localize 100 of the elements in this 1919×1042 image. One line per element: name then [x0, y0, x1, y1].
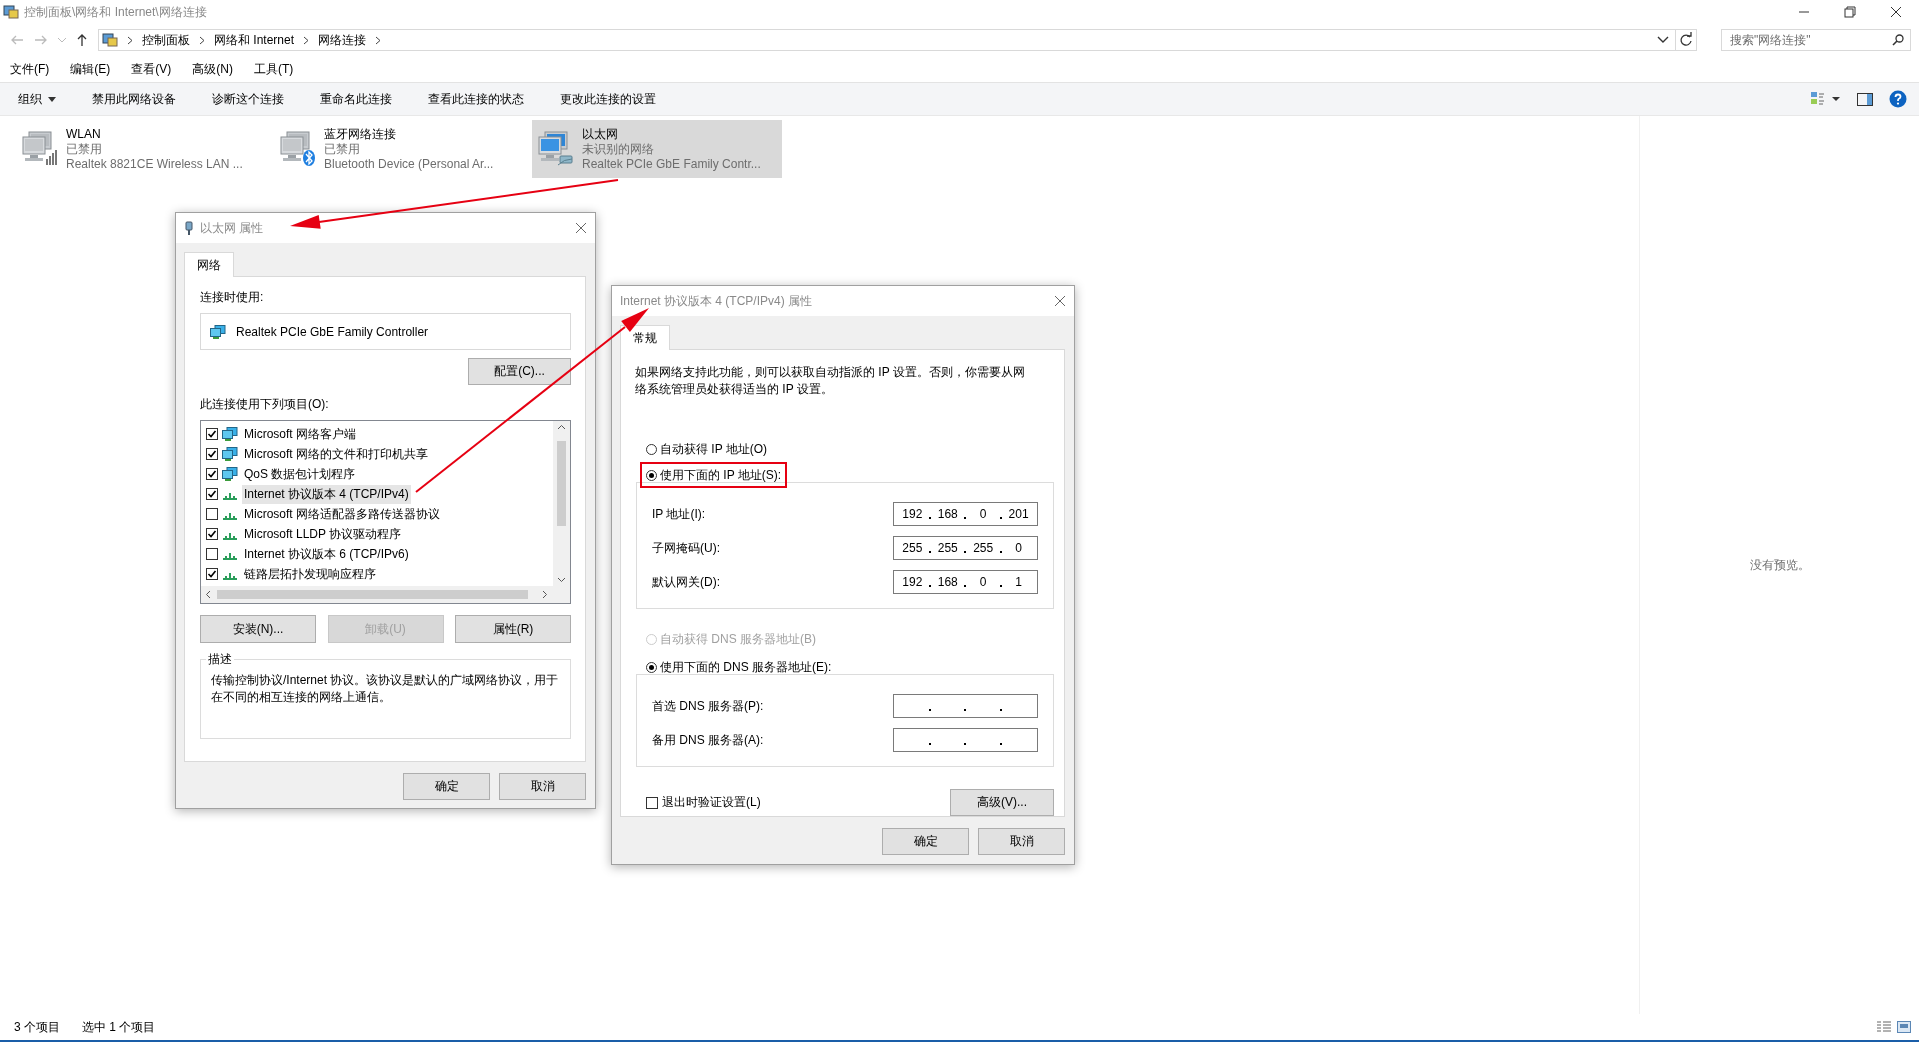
- checkbox[interactable]: [206, 488, 218, 500]
- ok-button[interactable]: 确定: [403, 773, 490, 800]
- tab[interactable]: 常规: [620, 325, 670, 350]
- preview-message: 没有预览。: [1749, 556, 1810, 574]
- chevron-icon[interactable]: [374, 35, 383, 45]
- cancel-button[interactable]: 取消: [499, 773, 586, 800]
- dialog-button[interactable]: 属性(R): [455, 615, 571, 643]
- device-name: Bluetooth Device (Personal Ar...: [324, 156, 494, 172]
- chevron-icon[interactable]: [198, 35, 206, 45]
- connection-item[interactable]: 以太网 未识别的网络 Realtek PCIe GbE Family Contr...: [532, 120, 782, 178]
- connection-name: 以太网: [582, 126, 619, 142]
- network-client-icon: [222, 447, 238, 461]
- network-adapter-icon: [210, 324, 226, 339]
- ip-address-field[interactable]: 255 255 255 0: [893, 536, 1038, 560]
- close-icon[interactable]: [575, 222, 587, 234]
- connection-status: 已禁用: [66, 141, 103, 157]
- menu-item[interactable]: 高级(N): [192, 60, 233, 78]
- intro-text: 如果网络支持此功能，则可以获取自动指派的 IP 设置。否则，你需要从网络系统管理员处获得适当的 IP 设置。: [635, 364, 1026, 398]
- dns-address-field[interactable]: [893, 728, 1038, 752]
- preview-pane-icon[interactable]: [1857, 92, 1873, 106]
- scroll-left-icon[interactable]: [205, 590, 211, 599]
- menu-item[interactable]: 查看(V): [131, 60, 172, 78]
- radio-option[interactable]: 自动获得 IP 地址(O): [646, 439, 768, 459]
- checkbox[interactable]: [206, 568, 218, 580]
- menu-item[interactable]: 文件(F): [10, 60, 50, 78]
- field-label: 子网掩码(U):: [652, 539, 720, 557]
- toolbar-button[interactable]: 更改此连接的设置: [552, 86, 664, 112]
- caret-icon[interactable]: [48, 96, 56, 102]
- group-title: 描述: [207, 651, 233, 668]
- list-item[interactable]: Internet 协议版本 4 (TCP/IPv4): [242, 484, 411, 504]
- list-item[interactable]: Microsoft 网络的文件和打印机共享: [242, 444, 430, 464]
- connection-status: 未识别的网络: [582, 141, 655, 157]
- list-item[interactable]: Microsoft 网络适配器多路传送器协议: [242, 504, 442, 524]
- search-field[interactable]: 搜索"网络连接": [1721, 29, 1911, 51]
- description-text: 传输控制协议/Internet 协议。该协议是默认的广域网络协议，用于在不同的相互连接的网络上通信。: [210, 672, 560, 706]
- close-icon[interactable]: [1054, 295, 1066, 307]
- field-label: 备用 DNS 服务器(A):: [652, 731, 764, 749]
- connection-item[interactable]: WLAN 已禁用 Realtek 8821CE Wireless LAN ...: [16, 120, 266, 178]
- dropdown-icon[interactable]: [1657, 36, 1669, 44]
- breadcrumb-item[interactable]: 网络和 Internet: [214, 31, 295, 49]
- checkbox[interactable]: [206, 528, 218, 540]
- dns-address-field[interactable]: [893, 694, 1038, 718]
- scroll-down-icon[interactable]: [557, 577, 566, 583]
- field-label: 此连接使用下列项目(O):: [200, 396, 330, 413]
- list-item[interactable]: QoS 数据包计划程序: [242, 464, 358, 484]
- vertical-scrollbar[interactable]: [553, 421, 570, 586]
- radio-option[interactable]: 使用下面的 IP 地址(S):: [646, 465, 782, 485]
- horizontal-scrollbar[interactable]: [201, 586, 570, 603]
- large-icons-view-icon[interactable]: [1897, 1021, 1911, 1033]
- checkbox[interactable]: [206, 428, 218, 440]
- list-item[interactable]: Microsoft 网络客户端: [242, 424, 358, 444]
- control-panel-icon: [102, 32, 118, 48]
- adapter-name: Realtek PCIe GbE Family Controller: [236, 324, 429, 339]
- dialog-title: Internet 协议版本 4 (TCP/IPv4) 属性: [620, 292, 813, 310]
- list-item[interactable]: Microsoft LLDP 协议驱动程序: [242, 524, 404, 544]
- help-icon[interactable]: [1889, 90, 1907, 108]
- chevron-icon[interactable]: [126, 35, 134, 45]
- network-plug-icon: [184, 221, 194, 235]
- validate-checkbox[interactable]: 退出时验证设置(L): [646, 794, 761, 811]
- search-icon[interactable]: [1892, 34, 1904, 46]
- field-label: 首选 DNS 服务器(P):: [652, 697, 764, 715]
- configure-button[interactable]: 配置(C)...: [468, 358, 571, 385]
- address-bar[interactable]: 控制面板 网络和 Internet 网络连接: [98, 29, 1697, 51]
- toolbar-button[interactable]: 查看此连接的状态: [420, 86, 532, 112]
- chevron-icon[interactable]: [302, 35, 311, 45]
- menu-item[interactable]: 编辑(E): [70, 60, 111, 78]
- toolbar-button[interactable]: 重命名此连接: [312, 86, 400, 112]
- checkbox[interactable]: [206, 508, 218, 520]
- field-label: 默认网关(D):: [652, 573, 720, 591]
- advanced-button[interactable]: 高级(V)...: [950, 789, 1054, 816]
- item-count: 3 个项目: [14, 1018, 60, 1036]
- network-client-icon: [222, 467, 238, 481]
- ip-address-field[interactable]: 192 168 0 201: [893, 502, 1038, 526]
- dialog-button[interactable]: 安装(N)...: [200, 615, 316, 643]
- connection-name: 蓝牙网络连接: [324, 126, 397, 142]
- scroll-right-icon[interactable]: [542, 590, 548, 599]
- breadcrumb-item[interactable]: 控制面板: [142, 31, 190, 49]
- view-options-icon[interactable]: [1811, 92, 1841, 106]
- checkbox[interactable]: [206, 448, 218, 460]
- ok-button[interactable]: 确定: [882, 828, 969, 855]
- checkbox[interactable]: [206, 548, 218, 560]
- connection-name: WLAN: [66, 126, 102, 142]
- toolbar-button[interactable]: 禁用此网络设备: [84, 86, 184, 112]
- list-item[interactable]: 链路层拓扑发现响应程序: [242, 564, 378, 584]
- list-item[interactable]: Internet 协议版本 6 (TCP/IPv6): [242, 544, 411, 564]
- ip-address-field[interactable]: 192 168 0 1: [893, 570, 1038, 594]
- menu-item[interactable]: 工具(T): [254, 60, 294, 78]
- toolbar-button[interactable]: 诊断这个连接: [204, 86, 292, 112]
- breadcrumb-item[interactable]: 网络连接: [318, 31, 367, 49]
- connection-status: 已禁用: [324, 141, 361, 157]
- connection-item[interactable]: 蓝牙网络连接 已禁用 Bluetooth Device (Personal Ar...: [274, 120, 524, 178]
- up-icon[interactable]: [76, 33, 88, 47]
- checkbox[interactable]: [206, 468, 218, 480]
- radio-option[interactable]: 使用下面的 DNS 服务器地址(E):: [646, 657, 832, 677]
- window-title: 控制面板\网络和 Internet\网络连接: [24, 3, 207, 21]
- scroll-up-icon[interactable]: [557, 424, 566, 430]
- toolbar-dropdown[interactable]: 组织: [10, 86, 64, 112]
- network-client-icon: [222, 427, 238, 441]
- tab[interactable]: 网络: [184, 252, 234, 277]
- cancel-button[interactable]: 取消: [978, 828, 1065, 855]
